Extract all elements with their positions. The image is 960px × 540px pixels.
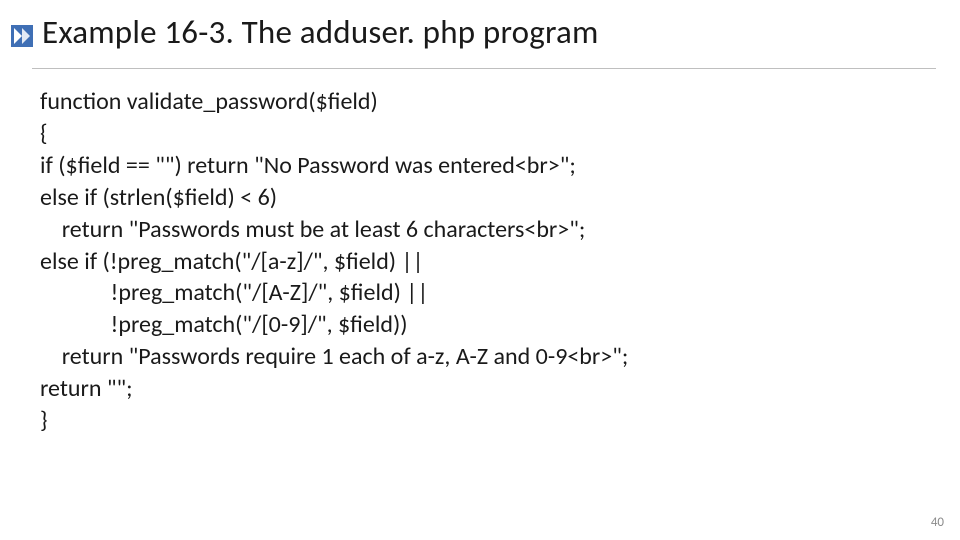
code-line: !preg_match("/[A-Z]/", $field) || bbox=[40, 278, 428, 307]
slide: Example 16-3. The adduser. php program f… bbox=[0, 0, 960, 540]
code-line: else if (!preg_match("/[a-z]/", $field) … bbox=[40, 247, 424, 276]
code-line: else if (strlen($field) < 6) bbox=[40, 183, 277, 212]
code-line: !preg_match("/[0-9]/", $field)) bbox=[40, 310, 408, 339]
code-line: } bbox=[40, 406, 48, 435]
code-line: { bbox=[40, 119, 48, 148]
code-line: return ""; bbox=[40, 374, 133, 403]
page-number: 40 bbox=[931, 515, 944, 530]
code-line: function validate_password($field) bbox=[40, 87, 378, 116]
title-divider bbox=[32, 68, 936, 69]
slide-title: Example 16-3. The adduser. php program bbox=[42, 12, 599, 52]
code-line: return "Passwords require 1 each of a-z,… bbox=[40, 342, 628, 371]
code-block: function validate_password($field) { if … bbox=[40, 86, 920, 437]
code-line: if ($field == "") return "No Password wa… bbox=[40, 151, 576, 180]
title-bullet-icon bbox=[10, 24, 34, 48]
code-line: return "Passwords must be at least 6 cha… bbox=[40, 215, 585, 244]
